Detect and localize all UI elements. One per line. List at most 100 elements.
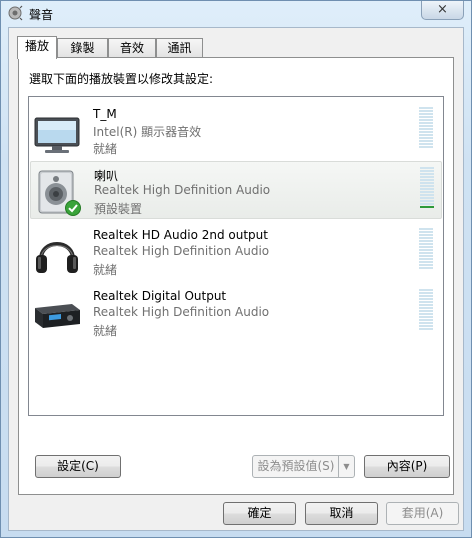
meter-segment <box>420 188 434 190</box>
meter-segment <box>419 140 433 142</box>
meter-segment <box>420 179 434 181</box>
meter-segment <box>419 328 433 330</box>
playback-panel: 選取下面的播放裝置以修改其設定: T_M Intel(R) 顯示器音效 就緒 喇… <box>18 57 454 495</box>
meter-segment <box>420 203 434 205</box>
button-label: 取消 <box>329 506 354 520</box>
meter-segment <box>420 206 434 208</box>
volume-meter <box>419 228 433 270</box>
sound-app-icon <box>8 5 23 21</box>
button-label: 內容(P) <box>386 459 428 473</box>
meter-segment <box>419 128 433 130</box>
set-default-button: 設為預設值(S) ▼ <box>252 455 355 478</box>
close-button[interactable]: × <box>421 1 464 20</box>
meter-segment <box>420 200 434 202</box>
meter-segment <box>419 258 433 260</box>
device-list[interactable]: T_M Intel(R) 顯示器音效 就緒 喇叭 Realtek High De… <box>28 96 444 416</box>
meter-segment <box>419 228 433 230</box>
device-name: T_M <box>93 107 117 121</box>
configure-button[interactable]: 設定(C) <box>35 455 121 478</box>
cancel-button[interactable]: 取消 <box>305 502 378 525</box>
device-description: Intel(R) 顯示器音效 <box>93 125 202 139</box>
meter-segment <box>419 316 433 318</box>
button-label: 確定 <box>247 506 272 520</box>
meter-segment <box>419 246 433 248</box>
meter-segment <box>420 197 434 199</box>
meter-segment <box>419 289 433 291</box>
device-status: 就緒 <box>93 263 118 277</box>
device-status: 就緒 <box>93 324 118 338</box>
meter-segment <box>420 194 434 196</box>
ok-button[interactable]: 確定 <box>223 502 296 525</box>
device-description: Realtek High Definition Audio <box>93 244 270 258</box>
meter-segment <box>420 182 434 184</box>
button-label: 設定(C) <box>57 459 99 473</box>
device-name: 喇叭 <box>94 169 119 183</box>
meter-segment <box>419 143 433 145</box>
meter-segment <box>419 264 433 266</box>
dropdown-arrow-icon: ▼ <box>338 456 354 477</box>
meter-segment <box>419 119 433 121</box>
meter-segment <box>419 292 433 294</box>
meter-segment <box>419 107 433 109</box>
properties-button[interactable]: 內容(P) <box>364 455 450 478</box>
meter-segment <box>419 255 433 257</box>
meter-segment <box>419 131 433 133</box>
device-item-digital-output[interactable]: Realtek Digital Output Realtek High Defi… <box>30 284 442 342</box>
volume-meter <box>420 167 434 209</box>
tab-communications[interactable]: 通訊 <box>156 38 203 57</box>
meter-segment <box>419 304 433 306</box>
device-status: 就緒 <box>93 142 118 156</box>
meter-segment <box>419 122 433 124</box>
meter-segment <box>419 125 433 127</box>
meter-segment <box>420 173 434 175</box>
sound-dialog: 聲音 × 播放 錄製 音效 通訊 選取下面的播放裝置以修改其設定: T_M In… <box>0 0 472 538</box>
button-label: 設為預設值(S) <box>257 459 335 473</box>
meter-segment <box>419 322 433 324</box>
meter-segment <box>419 137 433 139</box>
meter-segment <box>419 113 433 115</box>
close-icon: × <box>437 2 448 17</box>
title-bar[interactable]: 聲音 × <box>1 1 471 25</box>
meter-segment <box>419 313 433 315</box>
meter-segment <box>419 310 433 312</box>
device-item-t-m[interactable]: T_M Intel(R) 顯示器音效 就緒 <box>30 102 442 160</box>
digital-receiver-icon <box>35 304 80 328</box>
meter-segment <box>419 319 433 321</box>
meter-segment <box>419 240 433 242</box>
meter-segment <box>419 249 433 251</box>
tab-sounds[interactable]: 音效 <box>108 38 156 57</box>
meter-segment <box>419 116 433 118</box>
meter-segment <box>419 252 433 254</box>
meter-segment <box>419 110 433 112</box>
device-item-hd-audio-2nd-output[interactable]: Realtek HD Audio 2nd output Realtek High… <box>30 223 442 281</box>
meter-segment <box>419 298 433 300</box>
tab-label: 錄製 <box>70 41 95 55</box>
device-item-speakers[interactable]: 喇叭 Realtek High Definition Audio 預設裝置 <box>30 161 442 219</box>
tab-playback[interactable]: 播放 <box>17 36 57 59</box>
meter-segment <box>420 176 434 178</box>
meter-segment <box>420 167 434 169</box>
meter-segment <box>419 307 433 309</box>
monitor-icon <box>34 117 80 153</box>
tab-recording[interactable]: 錄製 <box>57 38 108 57</box>
dialog-client-area: 播放 錄製 音效 通訊 選取下面的播放裝置以修改其設定: T_M Intel(R… <box>8 27 464 531</box>
meter-segment <box>419 231 433 233</box>
volume-meter <box>419 289 433 331</box>
meter-segment <box>419 295 433 297</box>
meter-segment <box>419 234 433 236</box>
meter-segment <box>420 185 434 187</box>
device-name: Realtek Digital Output <box>93 289 227 303</box>
button-label: 套用(A) <box>401 506 444 520</box>
tab-label: 播放 <box>24 39 49 53</box>
device-description: Realtek High Definition Audio <box>94 183 271 197</box>
tab-label: 通訊 <box>167 41 192 55</box>
meter-segment <box>420 170 434 172</box>
meter-segment <box>419 134 433 136</box>
volume-meter <box>419 107 433 149</box>
meter-segment <box>420 191 434 193</box>
device-description: Realtek High Definition Audio <box>93 305 270 319</box>
instruction-text: 選取下面的播放裝置以修改其設定: <box>29 72 214 86</box>
meter-segment <box>419 146 433 148</box>
tab-label: 音效 <box>119 41 144 55</box>
meter-segment <box>419 237 433 239</box>
